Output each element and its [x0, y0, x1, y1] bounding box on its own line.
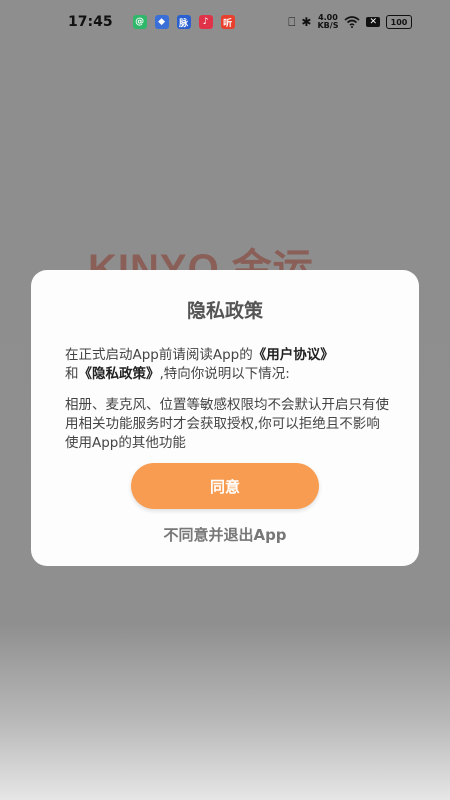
intro-suffix: ,特向你说明以下情况:: [159, 366, 290, 382]
no-sim-icon: ✕: [366, 17, 380, 27]
dialog-permissions-text: 相册、麦克风、位置等敏感权限均不会默认开启只有使用相关功能服务时才会获取授权,你…: [65, 397, 389, 451]
vibrate-icon: ⎕: [288, 14, 296, 29]
app-notification-icon: ◆: [154, 15, 169, 29]
privacy-policy-link[interactable]: 《隐私政策》: [79, 366, 160, 382]
intro-prefix: 在正式启动App前请阅读App的: [65, 347, 253, 363]
intro-and: 和: [65, 366, 79, 382]
battery-icon: 100: [386, 15, 412, 29]
agree-button[interactable]: 同意: [131, 463, 319, 509]
app-notification-icon: 听: [220, 15, 235, 29]
disagree-exit-button[interactable]: 不同意并退出App: [31, 524, 419, 545]
status-left: 17:45 @ ◆ 脉 ♪ 听: [68, 14, 235, 30]
dialog-intro-text: 在正式启动App前请阅读App的《用户协议》 和《隐私政策》,特向你说明以下情况…: [65, 346, 389, 384]
status-time: 17:45: [68, 14, 113, 30]
status-bar: 17:45 @ ◆ 脉 ♪ 听 ⎕ ✱ 4.00 KB/S ✕ 100: [0, 0, 450, 44]
network-speed-unit: KB/S: [317, 21, 339, 30]
app-notification-icon: ♪: [198, 15, 213, 29]
app-notification-icon: 脉: [176, 15, 191, 29]
app-notification-icon: @: [132, 15, 147, 29]
privacy-dialog: 隐私政策 在正式启动App前请阅读App的《用户协议》 和《隐私政策》,特向你说…: [31, 270, 419, 566]
network-speed: 4.00 KB/S: [317, 14, 338, 30]
screen-background: 17:45 @ ◆ 脉 ♪ 听 ⎕ ✱ 4.00 KB/S ✕ 100 KINY…: [0, 0, 450, 800]
bluetooth-icon: ✱: [301, 15, 312, 29]
wifi-icon: [344, 16, 360, 28]
dialog-title: 隐私政策: [186, 300, 263, 322]
status-right: ⎕ ✱ 4.00 KB/S ✕ 100: [288, 14, 412, 30]
user-agreement-link[interactable]: 《用户协议》: [253, 347, 334, 363]
